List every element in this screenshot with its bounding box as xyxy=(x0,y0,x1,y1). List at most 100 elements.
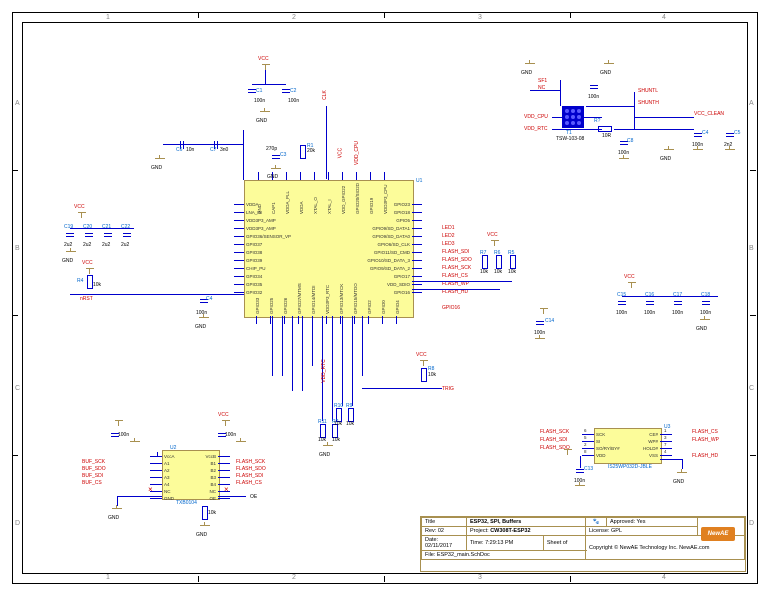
c1-ref: C1 xyxy=(256,88,262,94)
c22-val: 2u2 xyxy=(121,242,129,248)
gnd-icon xyxy=(323,442,333,450)
project-label: Project: xyxy=(470,528,489,534)
cap-c1 xyxy=(248,86,256,96)
power-icon xyxy=(420,358,428,366)
c15-ref: C15 xyxy=(617,292,626,298)
u3-part: IS25WP032D-JBLE xyxy=(608,464,652,470)
r6-val: 10k xyxy=(494,269,502,275)
res-r7 xyxy=(482,255,488,269)
cap xyxy=(590,82,598,92)
gnd-lbl: GND xyxy=(108,515,119,521)
col-label: 1 xyxy=(106,574,110,581)
power-icon xyxy=(262,62,270,70)
gnd-icon xyxy=(112,505,122,513)
project: CW308T-ESP32 xyxy=(490,528,530,534)
r-val: 10k xyxy=(332,437,340,443)
r7-val: 10k xyxy=(480,269,488,275)
u2-ref: U2 xyxy=(170,445,176,451)
c4r-ref: C4 xyxy=(702,130,708,136)
r4-ref: R4 xyxy=(77,278,83,284)
net-buf-cs: BUF_CS xyxy=(82,480,102,486)
gnd-lbl: GND xyxy=(62,258,73,264)
c6-val: 10n xyxy=(186,147,194,153)
time: 7:29:13 PM xyxy=(485,540,513,546)
net-trig: TRIG xyxy=(442,386,454,392)
rev: 02 xyxy=(438,528,444,534)
net-flash-cs: FLASH_CS xyxy=(236,480,262,486)
net-flash-sdi: FLASH_SDI xyxy=(236,473,263,479)
gnd-lbl: GND xyxy=(660,156,671,162)
net-flash-sdi: FLASH_SDI xyxy=(442,249,469,255)
res-r9 xyxy=(348,408,354,422)
cap-c4r xyxy=(694,130,702,140)
row-label: A xyxy=(15,100,20,107)
gnd-icon xyxy=(271,165,281,173)
net-nrst: nRST xyxy=(80,296,93,302)
c17-val: 100n xyxy=(672,310,683,316)
c16-ref: C16 xyxy=(645,292,654,298)
net-flash-sck: FLASH_SCK xyxy=(236,459,265,465)
cap-c17 xyxy=(674,298,682,308)
net-vdd-rtc: VDD_RTC xyxy=(321,359,327,383)
c5-ref: C5 xyxy=(734,130,740,136)
net-shunth: SHUNTH xyxy=(638,100,659,106)
sheet-label: Sheet of xyxy=(547,540,568,546)
logo: NewAE xyxy=(701,527,735,541)
gnd-lbl: GND xyxy=(600,70,611,76)
r4-val: 10k xyxy=(93,282,101,288)
rev-label: Rev: xyxy=(425,528,436,534)
gnd-lbl: GND xyxy=(195,324,206,330)
power-icon xyxy=(628,280,636,288)
net-gpio16: GPIO16 xyxy=(442,305,460,311)
net-vcc: VCC xyxy=(487,232,498,238)
r10-val: 10k xyxy=(334,421,342,427)
c19-ref: C19 xyxy=(64,224,73,230)
r5-ref: R5 xyxy=(508,250,514,256)
license: GPL xyxy=(611,528,622,534)
power-icon xyxy=(540,306,548,314)
r-ref: R? xyxy=(594,118,600,124)
license-label: License: xyxy=(589,528,610,534)
gnd-lbl: GND xyxy=(696,326,707,332)
net-flash-wp: FLASH_WP xyxy=(692,437,719,443)
net-vcc: VCC xyxy=(74,204,85,210)
row-label: A xyxy=(749,100,754,107)
power-icon xyxy=(491,238,499,246)
gnd-lbl: GND xyxy=(256,118,267,124)
title-label: Title xyxy=(425,519,435,525)
net-buf-sdi: BUF_SDI xyxy=(82,473,103,479)
c21-val: 2u2 xyxy=(102,242,110,248)
gnd-lbl: GND xyxy=(521,70,532,76)
row-label: D xyxy=(15,520,20,527)
res-r1 xyxy=(300,145,306,159)
c7-val: 3n0 xyxy=(220,147,228,153)
res-10r xyxy=(598,126,612,132)
net-vdd-rtc: VDD_RTC xyxy=(524,126,548,132)
net-flash-sdi: FLASH_SDI xyxy=(540,437,567,443)
cap-c18 xyxy=(702,298,710,308)
gnd-icon xyxy=(236,438,246,446)
header-tsw xyxy=(562,106,584,128)
c22-ref: C22 xyxy=(121,224,130,230)
c2-ref: C2 xyxy=(290,88,296,94)
power-icon xyxy=(222,418,230,426)
net-led1: LED1 xyxy=(442,225,455,231)
net-flash-sck: FLASH_SCK xyxy=(442,265,471,271)
r8-val: 10k xyxy=(428,372,436,378)
cap-c19 xyxy=(66,230,74,240)
cap-c5 xyxy=(726,130,734,140)
file: ESP32_main.SchDoc xyxy=(437,552,490,558)
gnd-icon xyxy=(535,335,545,343)
c20-ref: C20 xyxy=(83,224,92,230)
c2-val: 100n xyxy=(288,98,299,104)
net-vdd-cpu: VDD_CPU xyxy=(354,141,360,165)
r6-ref: R6 xyxy=(494,250,500,256)
cap-val: 100n xyxy=(225,432,236,438)
net-buf-sdo: BUF_SDO xyxy=(82,466,106,472)
row-label: D xyxy=(749,520,754,527)
net-flash-sdo: FLASH_SDO xyxy=(236,466,266,472)
c1-val: 100n xyxy=(254,98,265,104)
u1-ref: U1 xyxy=(416,178,422,184)
gnd-lbl: GND xyxy=(151,165,162,171)
res-r11 xyxy=(320,424,326,438)
